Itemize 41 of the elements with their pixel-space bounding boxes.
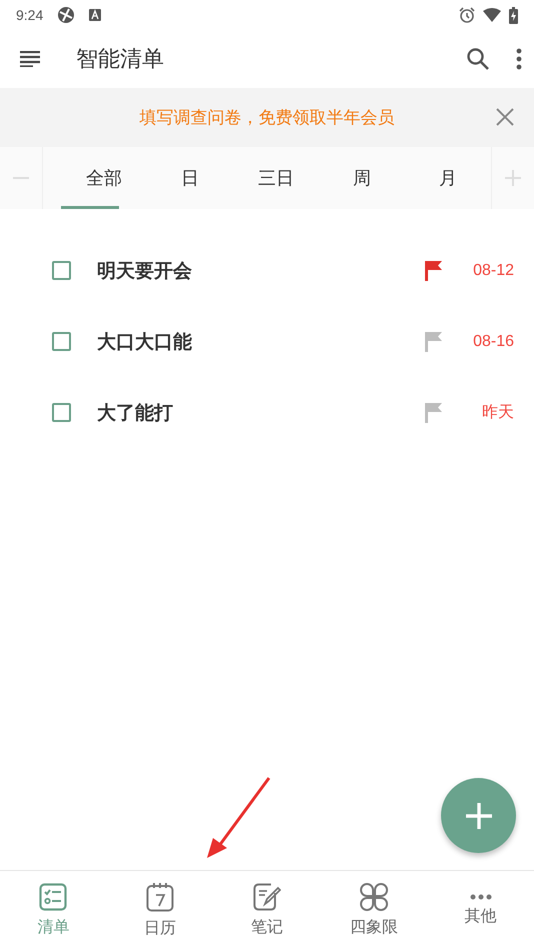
- tab[interactable]: 周: [319, 147, 405, 209]
- checkbox[interactable]: [52, 332, 71, 351]
- due-date: 08-16: [472, 332, 514, 350]
- more-options-icon[interactable]: [516, 48, 522, 70]
- search-icon[interactable]: [466, 47, 490, 71]
- battery-icon: [509, 6, 518, 24]
- add-button[interactable]: [441, 778, 516, 853]
- task-title: 明天要开会: [97, 258, 193, 284]
- banner-text: 填写调查问卷，免费领取半年会员: [140, 107, 394, 129]
- flag-icon[interactable]: [425, 260, 442, 280]
- task-title: 大了能打: [97, 400, 174, 426]
- alarm-icon: [459, 7, 475, 23]
- dots-icon: [470, 894, 492, 900]
- flag-icon[interactable]: [425, 402, 442, 422]
- nav-item[interactable]: 清单: [0, 871, 107, 950]
- checklist-icon: [39, 883, 68, 911]
- due-date: 昨天: [481, 403, 514, 423]
- checkbox[interactable]: [52, 261, 71, 280]
- calendar-icon: [146, 882, 174, 912]
- tab[interactable]: 日: [147, 147, 233, 209]
- tab[interactable]: 月: [405, 147, 491, 209]
- app-title: 智能清单: [76, 46, 164, 74]
- menu-icon[interactable]: [20, 51, 40, 67]
- nav-item[interactable]: 日历: [106, 871, 214, 950]
- note-edit-icon: [252, 883, 281, 911]
- wifi-icon: [483, 8, 501, 22]
- nav-item[interactable]: 其他: [427, 871, 534, 950]
- close-icon[interactable]: [496, 108, 514, 126]
- flag-icon[interactable]: [425, 332, 442, 352]
- four-circles-icon: [360, 883, 388, 911]
- nav-item[interactable]: 笔记: [214, 871, 320, 950]
- tab[interactable]: 三日: [233, 147, 319, 209]
- app-status-icon: [57, 6, 76, 24]
- checkbox[interactable]: [52, 403, 71, 422]
- keyboard-status-icon: [89, 9, 102, 21]
- due-date: 08-12: [472, 262, 514, 280]
- status-time: 9:24: [16, 7, 44, 23]
- tab[interactable]: 全部: [61, 147, 147, 209]
- nav-item[interactable]: 四象限: [320, 871, 428, 950]
- plus-icon: [464, 802, 492, 830]
- task-title: 大口大口能: [97, 330, 193, 354]
